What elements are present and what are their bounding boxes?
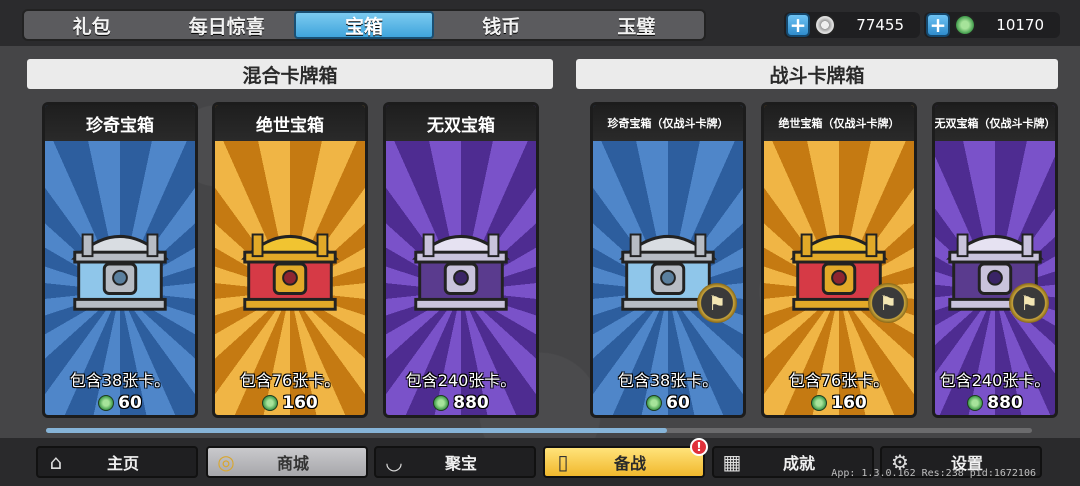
add-coins-button[interactable]: + — [786, 13, 810, 37]
card-title-text: 无双宝箱 — [427, 115, 495, 136]
scroll-progress-fill — [46, 428, 668, 433]
card-title-text: 绝世宝箱（仅战斗卡牌） — [778, 117, 900, 130]
jade-icon — [646, 395, 663, 411]
jade-icon — [98, 395, 115, 411]
card-title: 绝世宝箱 — [215, 105, 365, 141]
nav-deck-label: 备战 — [613, 454, 646, 473]
app-version-info: App: 1.3.0.162 Res:238 pid:1672106 — [831, 468, 1036, 479]
price-value: 160 — [831, 393, 867, 413]
chest-card[interactable]: 珍奇宝箱（仅战斗卡牌） ⚑ 包含38张卡。 60 — [590, 102, 746, 418]
add-jade-button[interactable]: + — [926, 13, 950, 37]
chest-card[interactable]: 无双宝箱（仅战斗卡牌） ⚑ 包含240张卡。 880 — [932, 102, 1058, 418]
chest-icon — [402, 205, 520, 327]
price-value: 60 — [118, 393, 142, 413]
card-title: 无双宝箱 — [386, 105, 536, 141]
jade-icon — [433, 395, 450, 411]
card-price: 160 — [764, 393, 914, 413]
jade-amount: 10170 — [996, 16, 1044, 34]
card-description: 包含76张卡。 — [788, 371, 890, 390]
tab-coins[interactable]: 钱币 — [434, 11, 569, 39]
card-price: 160 — [215, 393, 365, 413]
price-value: 60 — [666, 393, 690, 413]
card-title-text: 珍奇宝箱（仅战斗卡牌） — [607, 117, 729, 130]
chest-card[interactable]: 绝世宝箱（仅战斗卡牌） ⚑ 包含76张卡。 160 — [761, 102, 917, 418]
coin-balance: + 77455 — [784, 12, 920, 38]
battle-flag-icon: ⚑ — [1009, 283, 1049, 323]
nav-treasure[interactable]: ◡ 聚宝 — [374, 446, 536, 478]
nav-shop[interactable]: ◎ 商城 — [206, 446, 368, 478]
jade-icon — [262, 395, 279, 411]
card-title: 珍奇宝箱 — [45, 105, 195, 141]
tab-jade[interactable]: 玉璧 — [569, 11, 704, 39]
home-icon: ⌂ — [49, 450, 63, 474]
deck-alert-badge: ! — [690, 438, 708, 456]
chest-icon — [231, 205, 349, 327]
tab-chests[interactable]: 宝箱 — [294, 11, 434, 39]
bowl-icon: ◡ — [385, 450, 403, 474]
price-value: 880 — [987, 393, 1023, 413]
card-title-text: 绝世宝箱 — [256, 115, 324, 136]
card-title: 珍奇宝箱（仅战斗卡牌） — [593, 105, 743, 141]
nav-deck[interactable]: ▯ 备战 — [543, 446, 705, 478]
jade-icon — [967, 395, 984, 411]
nav-home-label: 主页 — [106, 454, 139, 473]
card-price: 60 — [593, 393, 743, 413]
chest-card[interactable]: 珍奇宝箱 包含38张卡。 60 — [42, 102, 198, 418]
battle-flag-icon: ⚑ — [868, 283, 908, 323]
jade-icon — [954, 14, 976, 36]
jade-icon — [811, 395, 828, 411]
category-tabs: 礼包 每日惊喜 宝箱 钱币 玉璧 — [22, 9, 706, 41]
card-title: 无双宝箱（仅战斗卡牌） — [935, 105, 1055, 141]
card-description: 包含76张卡。 — [239, 371, 341, 390]
price-value: 160 — [282, 393, 318, 413]
nav-treasure-label: 聚宝 — [444, 454, 477, 473]
battle-flag-icon: ⚑ — [697, 283, 737, 323]
card-price: 880 — [935, 393, 1055, 413]
tab-gift[interactable]: 礼包 — [24, 11, 159, 39]
card-price: 880 — [386, 393, 536, 413]
card-description: 包含240张卡。 — [939, 371, 1051, 390]
chest-icon — [61, 205, 179, 327]
coin-amount: 77455 — [856, 16, 904, 34]
nav-shop-label: 商城 — [276, 454, 309, 473]
chest-card[interactable]: 绝世宝箱 包含76张卡。 160 — [212, 102, 368, 418]
grid-icon: ▦ — [722, 450, 742, 474]
price-value: 880 — [453, 393, 489, 413]
nav-home[interactable]: ⌂ 主页 — [36, 446, 198, 478]
card-title: 绝世宝箱（仅战斗卡牌） — [764, 105, 914, 141]
card-description: 包含240张卡。 — [405, 371, 517, 390]
jade-balance: + 10170 — [924, 12, 1060, 38]
section-battle-header: 战斗卡牌箱 — [576, 59, 1058, 89]
chest-card[interactable]: 无双宝箱 包含240张卡。 880 — [383, 102, 539, 418]
card-price: 60 — [45, 393, 195, 413]
card-description: 包含38张卡。 — [69, 371, 171, 390]
coin-icon — [814, 14, 836, 36]
card-title-text: 珍奇宝箱 — [86, 115, 154, 136]
coins-icon: ◎ — [217, 450, 235, 474]
tab-daily-surprise[interactable]: 每日惊喜 — [159, 11, 294, 39]
scroll-progress-bar — [46, 428, 1032, 433]
card-title-text: 无双宝箱（仅战斗卡牌） — [934, 117, 1056, 130]
cards-icon: ▯ — [557, 450, 569, 474]
section-mixed-header: 混合卡牌箱 — [27, 59, 553, 89]
card-description: 包含38张卡。 — [617, 371, 719, 390]
